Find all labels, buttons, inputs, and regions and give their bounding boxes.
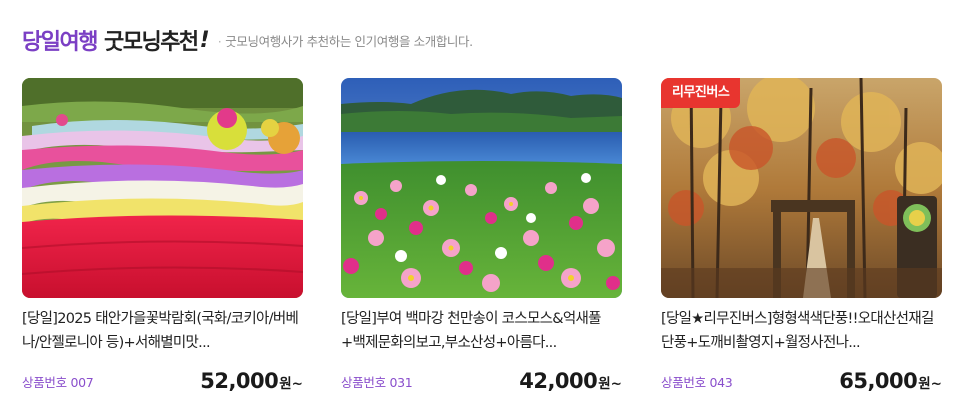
price-unit: 원~ <box>598 376 622 392</box>
autumn-forest-trail-photo <box>661 78 942 298</box>
product-card[interactable]: [당일]부여 백마강 천만송이 코스모스&억새풀+백제문화의보고,부소산성+아름… <box>341 78 622 408</box>
subtitle-text: 굿모닝여행사가 추천하는 인기여행을 소개합니다. <box>225 33 473 49</box>
cosmos-field-lake-photo <box>341 78 622 298</box>
subtitle-dot: · <box>217 33 222 49</box>
price-unit: 원~ <box>279 376 303 392</box>
price-unit: 원~ <box>918 376 942 392</box>
product-meta: 상품번호 031 42,000 원~ <box>341 366 622 396</box>
product-card[interactable]: 리무진버스 [당일★리무진버스]형형색색단풍!!오대산선재길단풍+도깨비촬영지+… <box>661 78 942 408</box>
section-title: 굿모닝추천 <box>103 30 199 55</box>
price-value: 52,000 <box>200 369 279 393</box>
product-name[interactable]: [당일★리무진버스]형형색색단풍!!오대산선재길단풍+도깨비촬영지+월정사전나.… <box>661 307 942 355</box>
product-meta: 상품번호 043 65,000 원~ <box>661 366 942 396</box>
product-meta: 상품번호 007 52,000 원~ <box>22 366 303 396</box>
product-price: 65,000 원~ <box>839 369 942 393</box>
product-thumbnail[interactable] <box>341 78 622 298</box>
product-price: 52,000 원~ <box>200 369 303 393</box>
product-code: 상품번호 031 <box>341 374 413 390</box>
product-price: 42,000 원~ <box>519 369 622 393</box>
product-name[interactable]: [당일]부여 백마강 천만송이 코스모스&억새풀+백제문화의보고,부소산성+아름… <box>341 307 622 355</box>
product-thumbnail[interactable]: 리무진버스 <box>661 78 942 298</box>
section-subtitle: · 굿모닝여행사가 추천하는 인기여행을 소개합니다. <box>218 31 473 50</box>
product-list: [당일]2025 태안가을꽃박람회(국화/코키아/버베나/안젤로니아 등)+서해… <box>22 78 942 408</box>
product-card[interactable]: [당일]2025 태안가을꽃박람회(국화/코키아/버베나/안젤로니아 등)+서해… <box>22 78 303 408</box>
product-name[interactable]: [당일]2025 태안가을꽃박람회(국화/코키아/버베나/안젤로니아 등)+서해… <box>22 307 303 355</box>
section-header: 당일여행 굿모닝추천 ! · 굿모닝여행사가 추천하는 인기여행을 소개합니다. <box>22 24 473 56</box>
red-salvia-flower-garden-photo <box>22 78 303 298</box>
section-title-accent: 당일여행 <box>22 30 98 55</box>
product-code: 상품번호 043 <box>661 374 733 390</box>
price-value: 42,000 <box>519 369 598 393</box>
product-code: 상품번호 007 <box>22 374 94 390</box>
limousine-bus-badge: 리무진버스 <box>661 78 741 108</box>
product-thumbnail[interactable] <box>22 78 303 298</box>
section-title-bang: ! <box>199 27 210 53</box>
price-value: 65,000 <box>839 369 918 393</box>
